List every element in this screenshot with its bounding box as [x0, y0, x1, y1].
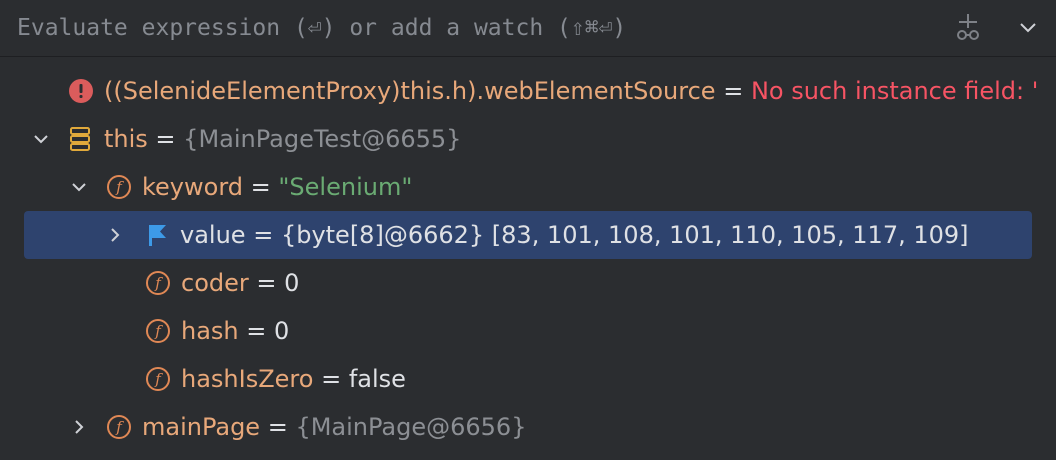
number-value: 0 [274, 317, 290, 345]
collapse-toggle[interactable] [68, 176, 90, 198]
variable-name: hash [181, 317, 239, 345]
tree-row-watch-error[interactable]: ((SelenideElementProxy)this.h).webElemen… [0, 67, 1056, 115]
tree-row-coder[interactable]: f coder = 0 [0, 259, 1056, 307]
string-value: "Selenium" [278, 173, 413, 201]
tree-row-content: this = {MainPageTest@6655} [104, 115, 461, 163]
variable-name: mainPage [142, 413, 261, 441]
field-glyph: f [146, 271, 170, 295]
object-stack-icon [68, 126, 94, 152]
error-message: No such instance field: ' [750, 77, 1039, 105]
array-value: [83, 101, 108, 101, 110, 105, 117, 109] [491, 221, 969, 249]
tree-row-content: hash = 0 [181, 307, 289, 355]
equals-sign: = [313, 365, 349, 393]
chevron-down-icon [1018, 17, 1038, 41]
tree-row-content: hashIsZero = false [181, 355, 406, 403]
chevron-right-icon [75, 420, 84, 434]
evaluate-expression-bar [0, 0, 1056, 57]
tree-row-value[interactable]: value = {byte[8]@6662} [83, 101, 108, 10… [24, 211, 1032, 259]
equals-sign: = [147, 125, 184, 153]
field-icon: f [145, 318, 171, 344]
variables-tree: ((SelenideElementProxy)this.h).webElemen… [0, 67, 1056, 451]
equals-sign: = [248, 269, 285, 297]
field-icon: f [106, 174, 132, 200]
expand-toggle[interactable] [104, 224, 126, 246]
chevron-down-icon [34, 135, 48, 144]
tree-row-mainpage[interactable]: f mainPage = {MainPage@6656} [0, 403, 1056, 451]
tree-row-hash[interactable]: f hash = 0 [0, 307, 1056, 355]
tree-row-hashiszero[interactable]: f hashIsZero = false [0, 355, 1056, 403]
equals-sign: = [243, 173, 279, 201]
number-value: 0 [284, 269, 300, 297]
flag-icon [144, 222, 170, 248]
field-glyph: f [107, 415, 131, 439]
equals-sign: = [238, 317, 275, 345]
field-glyph: f [146, 319, 170, 343]
collapse-toggle[interactable] [30, 128, 52, 150]
error-icon [68, 78, 94, 104]
field-icon: f [106, 414, 132, 440]
variable-name: this [104, 125, 148, 153]
tree-row-content: ((SelenideElementProxy)this.h).webElemen… [104, 67, 1038, 115]
field-icon: f [145, 366, 171, 392]
tree-row-content: coder = 0 [181, 259, 299, 307]
evaluate-expression-input[interactable] [0, 0, 940, 56]
chevron-right-icon [111, 228, 120, 242]
variable-name: value [180, 221, 246, 249]
tree-row-this[interactable]: this = {MainPageTest@6655} [0, 115, 1056, 163]
field-icon: f [145, 270, 171, 296]
variable-name: coder [181, 269, 249, 297]
equals-sign: = [715, 77, 751, 105]
field-glyph: f [146, 367, 170, 391]
field-glyph: f [107, 175, 131, 199]
object-reference: {MainPageTest@6655} [183, 125, 462, 153]
chevron-down-icon [72, 183, 86, 192]
expand-toggle[interactable] [68, 416, 90, 438]
add-watch-icon [953, 12, 983, 46]
tree-row-content: value = {byte[8]@6662} [83, 101, 108, 10… [180, 211, 969, 259]
boolean-value: false [348, 365, 406, 393]
tree-row-content: mainPage = {MainPage@6656} [142, 403, 526, 451]
tree-row-content: keyword = "Selenium" [142, 163, 412, 211]
variable-name: keyword [142, 173, 244, 201]
equals-sign: = [260, 413, 296, 441]
equals-sign: = [245, 221, 281, 249]
variable-name: ((SelenideElementProxy)this.h).webElemen… [104, 77, 716, 105]
tree-row-keyword[interactable]: f keyword = "Selenium" [0, 163, 1056, 211]
object-reference: {byte[8]@6662} [280, 221, 492, 249]
add-watch-button[interactable] [948, 10, 988, 48]
object-reference: {MainPage@6656} [295, 413, 527, 441]
more-options-button[interactable] [1008, 10, 1048, 48]
variable-name: hashIsZero [181, 365, 314, 393]
